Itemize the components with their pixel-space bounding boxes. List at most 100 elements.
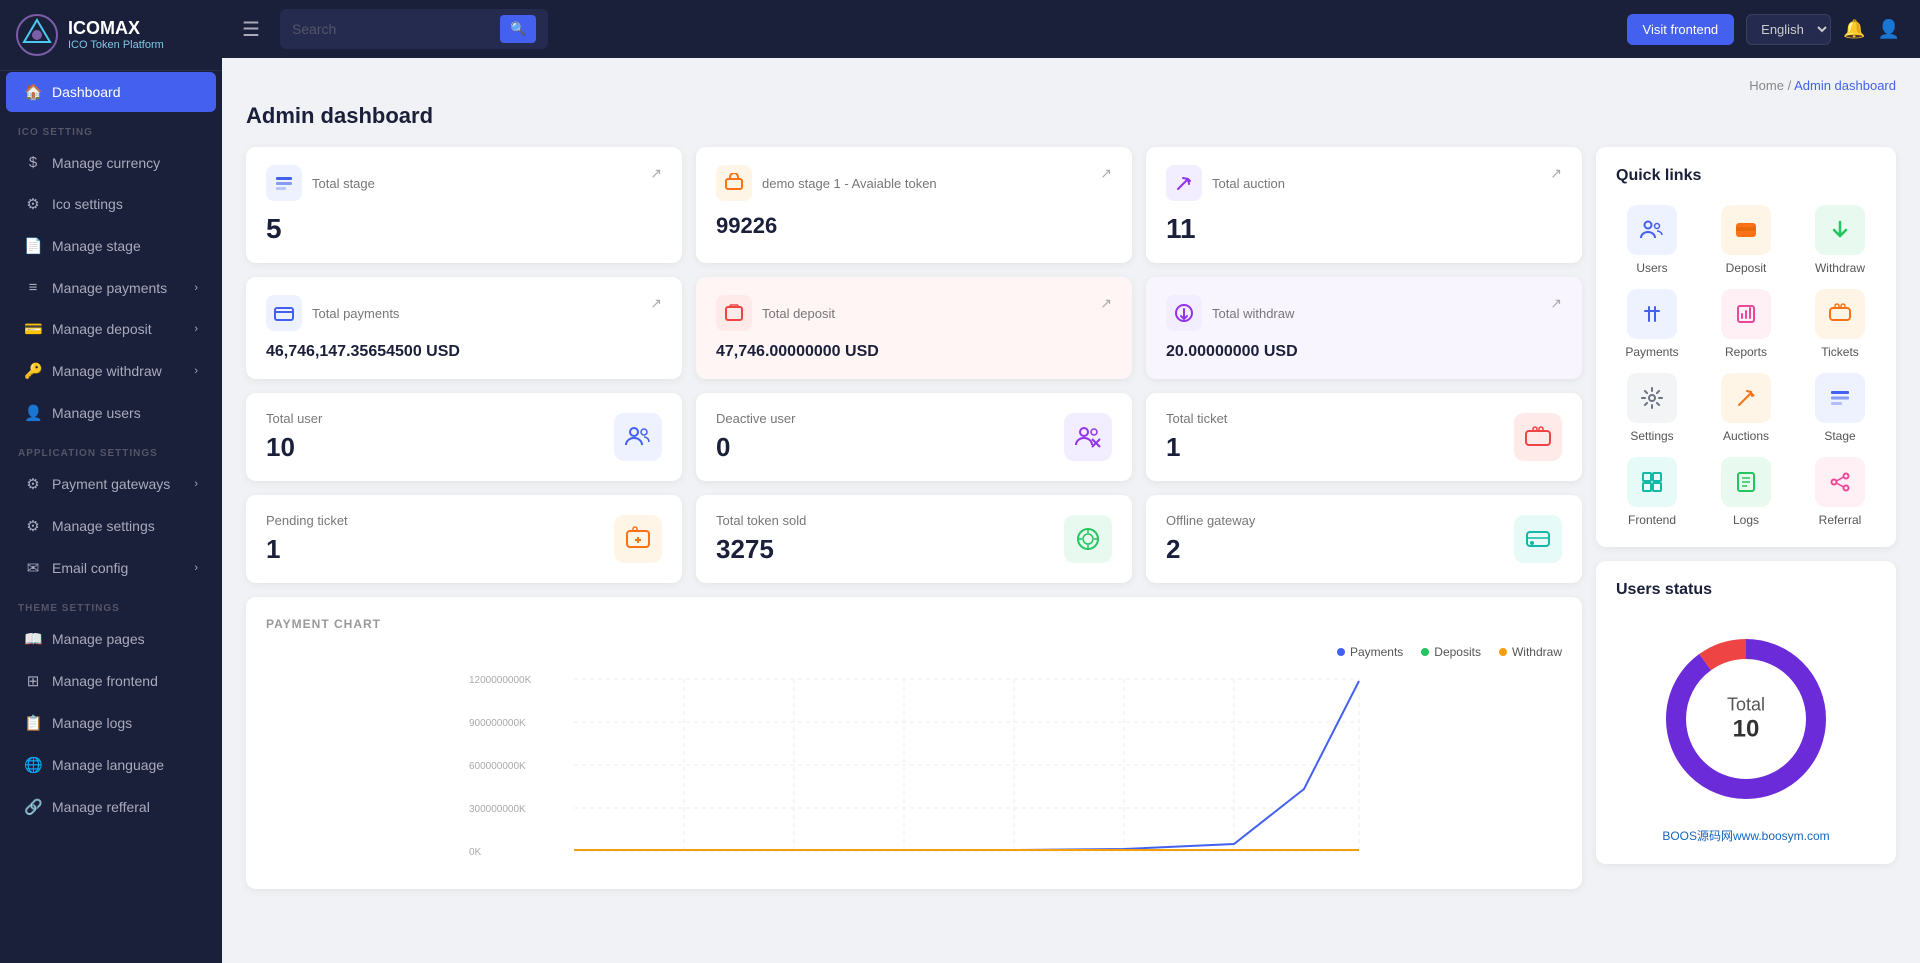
search-input[interactable] xyxy=(292,21,492,37)
total-auction-arrow[interactable]: ↗ xyxy=(1550,165,1562,182)
language-select[interactable]: English xyxy=(1746,14,1831,45)
sidebar-item-payment-gateways[interactable]: ⚙ Payment gateways › xyxy=(6,464,216,504)
ql-tickets[interactable]: Tickets xyxy=(1800,289,1880,359)
total-token-sold-label: Total token sold xyxy=(716,513,806,528)
visit-frontend-button[interactable]: Visit frontend xyxy=(1627,14,1735,45)
ql-deposit-icon xyxy=(1721,205,1771,255)
total-user-card: Total user 10 xyxy=(246,393,682,481)
logo: ICOMAX ICO Token Platform xyxy=(0,0,222,71)
email-icon: ✉ xyxy=(24,559,42,577)
ql-referral[interactable]: Referral xyxy=(1800,457,1880,527)
total-deposit-arrow[interactable]: ↗ xyxy=(1100,295,1112,312)
email-config-label: Email config xyxy=(52,560,128,576)
pages-icon: 📖 xyxy=(24,630,42,648)
total-stage-arrow[interactable]: ↗ xyxy=(650,165,662,182)
sidebar-item-ico-settings[interactable]: ⚙ Ico settings xyxy=(6,184,216,224)
ql-users-icon xyxy=(1627,205,1677,255)
gateways-icon: ⚙ xyxy=(24,475,42,493)
total-deposit-card: Total deposit ↗ 47,746.00000000 USD xyxy=(696,277,1132,379)
row1: Total stage ↗ 5 demo stage xyxy=(246,147,1582,263)
total-ticket-icon xyxy=(1514,413,1562,461)
ql-withdraw[interactable]: Withdraw xyxy=(1800,205,1880,275)
pending-ticket-value: 1 xyxy=(266,534,348,565)
chart-title: PAYMENT CHART xyxy=(266,617,1562,631)
svg-text:1200000000K: 1200000000K xyxy=(469,675,532,686)
sidebar-item-manage-pages[interactable]: 📖 Manage pages xyxy=(6,619,216,659)
deposits-legend-dot xyxy=(1421,648,1429,656)
sidebar-item-dashboard[interactable]: 🏠 Dashboard xyxy=(6,72,216,112)
sidebar-item-manage-deposit[interactable]: 💳 Manage deposit › xyxy=(6,309,216,349)
ql-logs-label: Logs xyxy=(1733,513,1759,527)
ql-reports[interactable]: Reports xyxy=(1706,289,1786,359)
ql-logs[interactable]: Logs xyxy=(1706,457,1786,527)
sidebar-item-manage-stage[interactable]: 📄 Manage stage xyxy=(6,226,216,266)
ql-users-label: Users xyxy=(1636,261,1667,275)
sidebar-item-manage-users[interactable]: 👤 Manage users xyxy=(6,393,216,433)
donut-chart: Total 10 xyxy=(1646,619,1846,819)
hamburger-icon[interactable]: ☰ xyxy=(242,17,260,42)
pending-ticket-card: Pending ticket 1 xyxy=(246,495,682,583)
total-withdraw-icon xyxy=(1166,295,1202,331)
deposits-legend-label: Deposits xyxy=(1434,645,1481,659)
ql-referral-label: Referral xyxy=(1819,513,1862,527)
deactive-user-card: Deactive user 0 xyxy=(696,393,1132,481)
total-payments-card: Total payments ↗ 46,746,147.35654500 USD xyxy=(246,277,682,379)
ql-payments[interactable]: Payments xyxy=(1612,289,1692,359)
deactive-user-label: Deactive user xyxy=(716,411,795,426)
search-button[interactable]: 🔍 xyxy=(500,15,536,43)
ql-withdraw-icon xyxy=(1815,205,1865,255)
right-column: Quick links Users xyxy=(1596,147,1896,889)
donut-label: Total xyxy=(1727,695,1765,716)
logo-icon xyxy=(16,14,58,56)
ql-logs-icon xyxy=(1721,457,1771,507)
sidebar-item-manage-logs[interactable]: 📋 Manage logs xyxy=(6,703,216,743)
sidebar-item-manage-language[interactable]: 🌐 Manage language xyxy=(6,745,216,785)
sidebar-item-email-config[interactable]: ✉ Email config › xyxy=(6,548,216,588)
user-icon[interactable]: 👤 xyxy=(1878,19,1900,40)
total-payments-icon xyxy=(266,295,302,331)
demo-stage-arrow[interactable]: ↗ xyxy=(1100,165,1112,182)
ql-frontend-icon xyxy=(1627,457,1677,507)
deactive-user-value: 0 xyxy=(716,432,795,463)
ql-stage-label: Stage xyxy=(1824,429,1855,443)
sidebar-item-manage-settings[interactable]: ⚙ Manage settings xyxy=(6,506,216,546)
total-stage-card: Total stage ↗ 5 xyxy=(246,147,682,263)
total-withdraw-card: Total withdraw ↗ 20.00000000 USD xyxy=(1146,277,1582,379)
ql-stage-icon xyxy=(1815,373,1865,423)
total-auction-value: 11 xyxy=(1166,213,1562,245)
ql-users[interactable]: Users xyxy=(1612,205,1692,275)
sidebar-item-manage-payments[interactable]: ≡ Manage payments › xyxy=(6,268,216,307)
payment-gateways-label: Payment gateways xyxy=(52,476,170,492)
total-stage-label: Total stage xyxy=(312,176,375,191)
total-withdraw-value: 20.00000000 USD xyxy=(1166,343,1562,361)
dashboard-icon: 🏠 xyxy=(24,83,42,101)
offline-gateway-value: 2 xyxy=(1166,534,1255,565)
main-layout: Total stage ↗ 5 demo stage xyxy=(246,147,1896,889)
settings-icon: ⚙ xyxy=(24,517,42,535)
demo-stage-value: 99226 xyxy=(716,213,1112,239)
ql-reports-icon xyxy=(1721,289,1771,339)
sidebar-item-manage-frontend[interactable]: ⊞ Manage frontend xyxy=(6,661,216,701)
logo-text: ICOMAX ICO Token Platform xyxy=(68,18,164,53)
total-withdraw-arrow[interactable]: ↗ xyxy=(1550,295,1562,312)
sidebar: ICOMAX ICO Token Platform 🏠 Dashboard IC… xyxy=(0,0,222,963)
bell-icon[interactable]: 🔔 xyxy=(1843,19,1865,40)
total-payments-arrow[interactable]: ↗ xyxy=(650,295,662,312)
ql-deposit[interactable]: Deposit xyxy=(1706,205,1786,275)
sidebar-item-manage-currency[interactable]: $ Manage currency xyxy=(6,143,216,182)
currency-icon: $ xyxy=(24,154,42,171)
page-title: Admin dashboard xyxy=(246,103,1896,129)
ql-frontend[interactable]: Frontend xyxy=(1612,457,1692,527)
total-deposit-icon xyxy=(716,295,752,331)
sidebar-item-manage-referral[interactable]: 🔗 Manage refferal xyxy=(6,787,216,827)
total-token-sold-value: 3275 xyxy=(716,534,806,565)
ql-settings[interactable]: Settings xyxy=(1612,373,1692,443)
ql-tickets-icon xyxy=(1815,289,1865,339)
svg-text:600000000K: 600000000K xyxy=(469,761,526,772)
ql-stage[interactable]: Stage xyxy=(1800,373,1880,443)
ql-auctions[interactable]: Auctions xyxy=(1706,373,1786,443)
sidebar-item-manage-withdraw[interactable]: 🔑 Manage withdraw › xyxy=(6,351,216,391)
total-user-value: 10 xyxy=(266,432,322,463)
donut-value: 10 xyxy=(1727,716,1765,744)
ql-reports-label: Reports xyxy=(1725,345,1767,359)
